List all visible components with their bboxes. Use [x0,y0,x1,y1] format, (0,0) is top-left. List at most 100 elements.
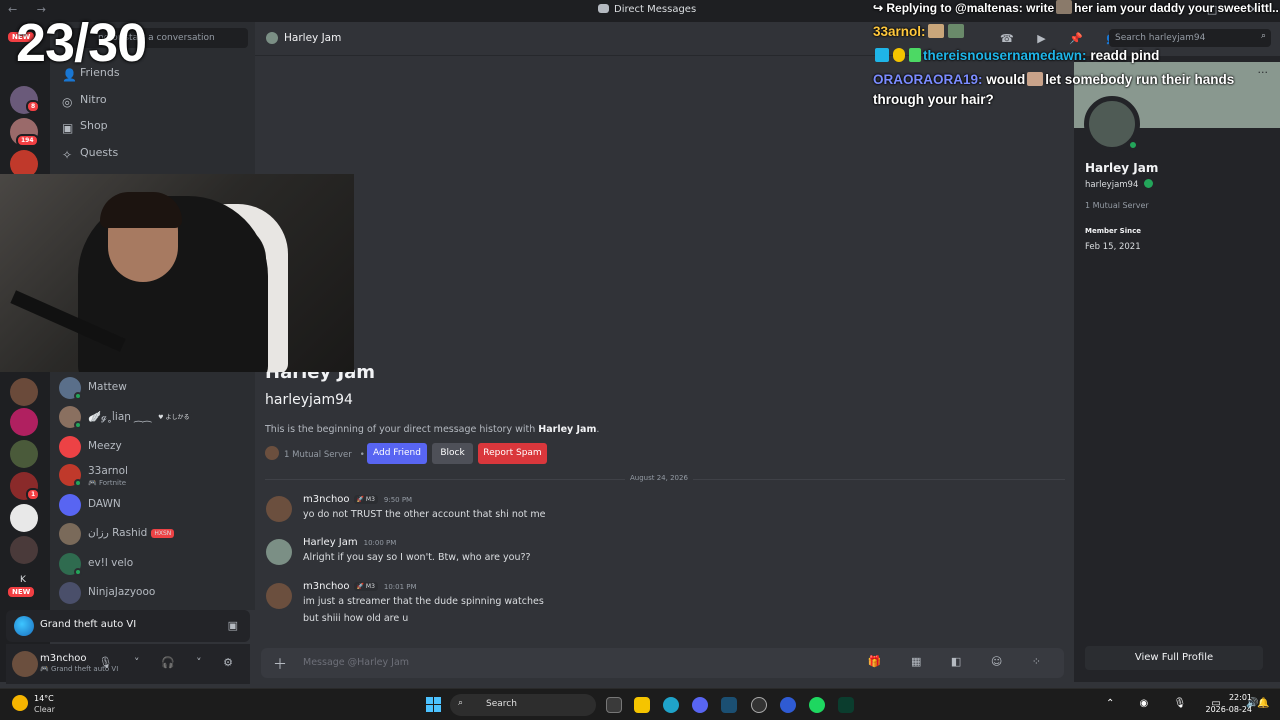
online-status-dot [1127,139,1139,151]
app-icon[interactable] [751,697,767,713]
badge-icon [1144,179,1154,188]
shop-icon: ▣ [62,121,74,135]
notification-icon[interactable]: 🔔 [1257,698,1269,709]
timestamp: 9:50 PM [383,496,413,504]
block-button[interactable]: Block [432,443,473,464]
discord-icon[interactable] [692,697,708,713]
emote-icon [927,24,944,38]
server-icon[interactable] [10,408,38,436]
message-text: yo do not TRUST the other account that s… [303,509,546,520]
status-dot [74,479,82,487]
unread-badge: 8 [26,100,41,113]
clock-date[interactable]: 2026-08-24 [1200,705,1253,714]
header-name[interactable]: Harley Jam [284,32,341,44]
steam-icon[interactable] [721,697,737,713]
server-icon[interactable] [10,440,38,468]
mutual-servers[interactable]: 1 Mutual Server • [265,446,365,460]
search-icon: ⌕ [458,698,464,708]
discord-icon [598,4,609,13]
taskbar-search[interactable]: ⌕ Search [450,694,596,716]
windows-taskbar: 14°C Clear ⌕ Search ⌃ ◉ 🎙 ▭ 🔊 22:01 2026-… [0,688,1280,720]
avatar [266,539,292,565]
dm-name: 33arnol [88,465,128,477]
server-icon[interactable] [10,378,38,406]
weather-temp[interactable]: 14°C [34,694,54,703]
server-icon[interactable] [10,504,38,532]
avatar [59,494,81,516]
timestamp: 10:00 PM [363,539,397,547]
avatar [266,496,292,522]
activity-toggle-icon[interactable]: ▣ [228,619,238,632]
dm-item[interactable]: Meezy [58,434,248,462]
message-composer[interactable]: ＋ Message @Harley Jam 🎁 ▦ ◧ ☺ ⁘ [261,648,1064,678]
member-since-label: Member Since [1085,227,1141,235]
emote-icon [947,24,964,38]
message-text: but shiii how old are u [303,613,409,624]
guild-tag: ♥ よしかる [155,411,193,422]
voice-controls[interactable]: 🎙 ˅ 🎧 ˅ ⚙ [98,656,242,669]
profile-avatar[interactable] [1084,96,1140,152]
view-full-profile-button[interactable]: View Full Profile [1085,646,1263,670]
nav-nitro[interactable]: ◎ Nitro [58,93,248,117]
avatar [59,523,81,545]
weather-condition[interactable]: Clear [34,705,55,714]
nav-label: Nitro [80,93,107,106]
user-panel: m3nchoo 🎮 Grand theft auto VI 🎙 ˅ 🎧 ˅ ⚙ [6,644,250,684]
avatar [59,582,81,604]
activity-panel[interactable]: Grand theft auto VI ▣ [6,610,250,642]
dm-item[interactable]: Mattew [58,375,248,403]
attach-plus-icon[interactable]: ＋ [273,654,287,674]
unread-badge: 1 [26,488,41,501]
stream-chat-line: through your hair? [873,92,994,107]
profile-username: harleyjam94 [1085,179,1154,190]
dm-item[interactable]: NinjaJazyooo [58,580,248,608]
dm-item[interactable]: DAWN [58,492,248,520]
file-explorer-icon[interactable] [634,697,650,713]
user-name: m3nchoo [40,653,87,664]
message-author: m3nchoo 🚀 M3 10:01 PM [303,581,417,592]
nitro-icon: ◎ [62,95,73,109]
message-text: Alright if you say so I won't. Btw, who … [303,552,531,563]
clock-time[interactable]: 22:01 [1210,693,1252,702]
new-badge: NEW [6,585,37,599]
add-friend-button[interactable]: Add Friend [367,443,427,464]
server-initial[interactable]: K [20,575,26,585]
intro-text: This is the beginning of your direct mes… [265,424,600,435]
spotify-icon[interactable] [809,697,825,713]
emote-icon [1056,0,1073,14]
status-dot [74,392,82,400]
guild-tag: 🚀 M3 [353,495,378,504]
ea-icon[interactable] [780,697,796,713]
dm-item[interactable]: 🪽ℊ˳ᥣiaր ⁔⁔ ♥ よしかる [58,404,248,432]
start-icon[interactable] [426,697,442,713]
dm-item[interactable]: رزان Rashid HXSN [58,521,248,549]
report-spam-button[interactable]: Report Spam [478,443,547,464]
header-avatar [266,32,278,44]
stream-chat-line: ORAORAORA19: would let somebody run their… [873,72,1235,87]
composer-tools[interactable]: 🎁 ▦ ◧ ☺ ⁘ [868,655,1054,668]
dm-activity: 🎮 Fortnite [88,479,127,487]
message-input[interactable]: Message @Harley Jam [303,657,409,668]
dm-name: DAWN [88,498,121,510]
badge-icon [909,48,921,62]
game-icon [14,616,34,636]
search-input[interactable]: Search harleyjam94 ⌕ [1109,29,1271,47]
profile-mutual-servers[interactable]: 1 Mutual Server [1085,201,1149,210]
dm-name: Mattew [88,381,127,393]
dm-item[interactable]: ev!l velo [58,551,248,579]
terminal-icon[interactable] [838,697,854,713]
user-avatar[interactable] [12,651,38,677]
avatar [59,436,81,458]
edge-icon[interactable] [663,697,679,713]
weather-icon[interactable] [12,695,28,711]
nav-quests[interactable]: ✧ Quests [58,146,248,170]
profile-menu-icon[interactable]: ··· [1258,66,1269,79]
dm-name: ev!l velo [88,557,134,569]
dm-name: رزان Rashid HXSN [88,527,175,539]
server-icon[interactable] [10,536,38,564]
status-dot [74,568,82,576]
guild-tag: HXSN [151,529,175,538]
task-view-icon[interactable] [606,697,622,713]
nav-shop[interactable]: ▣ Shop [58,119,248,143]
dm-item[interactable]: 33arnol 🎮 Fortnite [58,462,248,490]
